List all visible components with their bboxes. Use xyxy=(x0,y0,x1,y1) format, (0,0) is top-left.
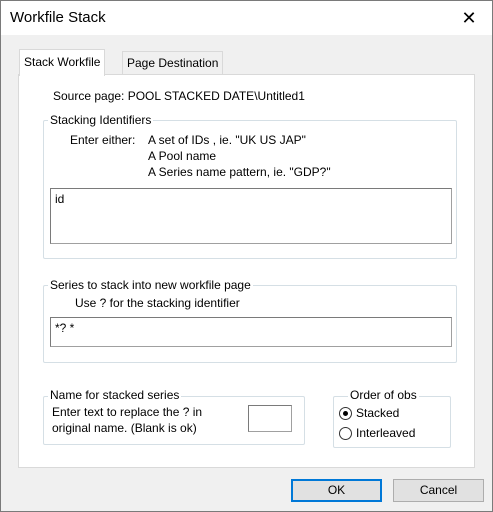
workfile-stack-dialog: Workfile Stack ✕ Stack Workfile Page Des… xyxy=(0,0,493,512)
name-legend: Name for stacked series xyxy=(48,388,182,402)
stacked-radio[interactable] xyxy=(339,407,352,420)
stacking-identifiers-legend: Stacking Identifiers xyxy=(48,113,154,127)
name-instruction-line2: original name. (Blank is ok) xyxy=(52,421,197,435)
tab-panel: Source page: POOL STACKED DATE\Untitled1… xyxy=(18,74,475,468)
tab-page-destination[interactable]: Page Destination xyxy=(122,51,224,74)
option-pattern-label: A Series name pattern, ie. "GDP?" xyxy=(148,165,331,179)
source-page-label: Source page: POOL STACKED DATE\Untitled1 xyxy=(53,89,305,103)
ok-button[interactable]: OK xyxy=(291,479,382,502)
option-ids-label: A set of IDs , ie. "UK US JAP" xyxy=(148,133,306,147)
name-instruction-line1: Enter text to replace the ? in xyxy=(52,405,203,419)
enter-either-label: Enter either: xyxy=(70,133,136,147)
interleaved-label[interactable]: Interleaved xyxy=(356,426,415,440)
tab-stack-workfile[interactable]: Stack Workfile xyxy=(19,49,106,76)
cancel-button[interactable]: Cancel xyxy=(393,479,484,502)
close-icon[interactable]: ✕ xyxy=(446,1,492,35)
stacking-identifiers-input[interactable]: id xyxy=(50,188,452,244)
series-input[interactable]: *? * xyxy=(50,317,452,347)
option-pool-label: A Pool name xyxy=(148,149,217,163)
interleaved-radio[interactable] xyxy=(339,427,352,440)
replace-text-input[interactable] xyxy=(248,405,292,432)
series-hint: Use ? for the stacking identifier xyxy=(75,296,240,310)
stacking-identifiers-value: id xyxy=(55,192,65,206)
dialog-title: Workfile Stack xyxy=(10,9,106,26)
order-legend: Order of obs xyxy=(348,388,419,402)
stacked-label[interactable]: Stacked xyxy=(356,406,399,420)
series-legend: Series to stack into new workfile page xyxy=(48,278,253,292)
series-value: *? * xyxy=(55,321,75,335)
title-bar: Workfile Stack ✕ xyxy=(1,1,492,35)
order-group xyxy=(333,396,451,448)
